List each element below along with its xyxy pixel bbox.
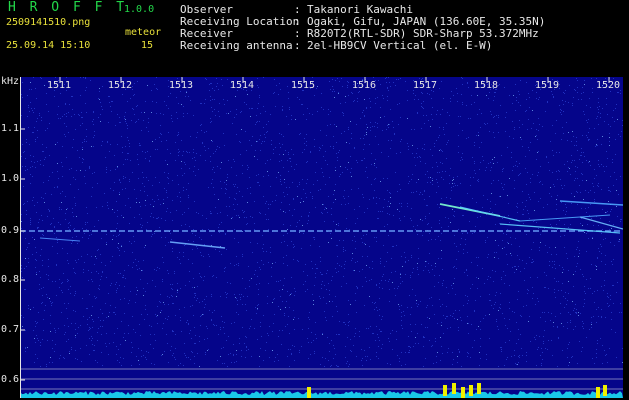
x-tick-label: 1512 [108,80,133,91]
x-tick-label: 1516 [352,80,377,91]
y-tick-label: 1.0 [1,173,20,184]
info-value-antenna: 2el-HB9CV Vertical (el. E-W) [307,39,493,52]
y-tick-label: 0.9 [1,225,20,236]
y-tick-label: 0.6 [1,374,20,385]
x-tick-label: 1515 [291,80,316,91]
y-tick-label: 1.1 [1,123,20,134]
meteor-count: 15 [141,40,154,51]
power-peak-7 [596,387,600,398]
x-tick-label: 1519 [535,80,560,91]
file-name: 2509141510.png [6,17,91,28]
spectrogram-background [20,77,623,398]
app-title: H R O F F T [8,0,128,15]
app-version: 1.0.0 [124,4,155,15]
x-tick-label: 1513 [169,80,194,91]
power-peak-5 [469,385,473,396]
power-peak-6 [477,383,481,394]
x-tick-label: 1520 [596,80,621,91]
power-peak-3 [452,383,456,394]
power-peak-2 [443,385,447,396]
spectrogram [20,77,623,398]
x-tick-label: 1517 [413,80,438,91]
y-tick-label: 0.8 [1,274,20,285]
detect-label: meteor [125,27,162,38]
power-peak-8 [603,385,607,396]
power-peak-4 [461,387,465,398]
x-tick-label: 1511 [47,80,72,91]
y-axis-unit-label: kHz [1,76,20,87]
timestamp: 25.09.14 15:10 [6,40,91,51]
y-tick-label: 0.7 [1,324,20,335]
x-tick-label: 1514 [230,80,255,91]
power-peak-1 [307,387,311,398]
info-sep: : [294,39,301,52]
x-tick-label: 1518 [474,80,499,91]
info-key-antenna: Receiving antenna [180,39,293,52]
